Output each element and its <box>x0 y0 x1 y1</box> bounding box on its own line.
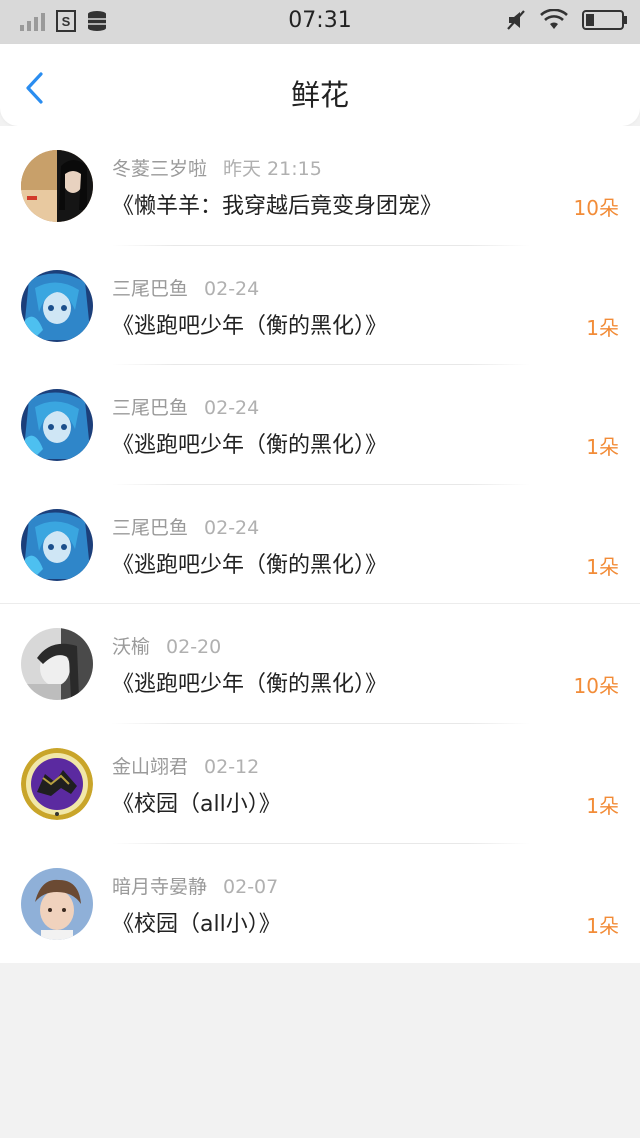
item-date: 02-07 <box>223 875 279 898</box>
item-meta: 三尾巴鱼 02-24 <box>112 513 259 540</box>
username: 三尾巴鱼 <box>112 397 189 420</box>
list-item[interactable]: 金山翊君 02-12 《校园（all小）》 1朵 <box>0 723 640 844</box>
book-title[interactable]: 《逃跑吧少年（衡的黑化）》 <box>112 427 387 459</box>
item-meta: 金山翊君 02-12 <box>112 752 259 779</box>
book-title[interactable]: 《逃跑吧少年（衡的黑化）》 <box>112 308 387 340</box>
battery-icon <box>582 10 627 30</box>
book-title[interactable]: 《逃跑吧少年（衡的黑化）》 <box>112 666 387 698</box>
book-title[interactable]: 《校园（all小）》 <box>112 906 281 938</box>
item-meta: 三尾巴鱼 02-24 <box>112 393 259 420</box>
username: 暗月寺晏静 <box>112 875 208 898</box>
navigation-bar: 鲜花 <box>0 44 640 126</box>
user-avatar[interactable] <box>21 508 93 581</box>
username: 金山翊君 <box>112 755 189 778</box>
item-date: 02-24 <box>204 277 260 300</box>
item-meta: 沃榆 02-20 <box>112 632 221 659</box>
page-title: 鲜花 <box>290 78 349 112</box>
anime-avatar <box>21 389 93 462</box>
user-avatar[interactable] <box>21 747 93 820</box>
item-meta: 冬菱三岁啦 昨天 21:15 <box>112 154 322 181</box>
flower-count: 10朵 <box>573 196 619 220</box>
username: 三尾巴鱼 <box>112 516 189 539</box>
anime-avatar <box>21 508 93 581</box>
list-item[interactable]: 三尾巴鱼 02-24 《逃跑吧少年（衡的黑化）》 1朵 <box>0 484 640 605</box>
book-title[interactable]: 《校园（all小）》 <box>112 786 281 818</box>
book-title[interactable]: 《逃跑吧少年（衡的黑化）》 <box>112 547 387 579</box>
user-avatar[interactable] <box>21 150 93 222</box>
status-bar: S 07:31 <box>0 0 640 44</box>
list-item[interactable]: 暗月寺晏静 02-07 《校园（all小）》 1朵 <box>0 843 640 964</box>
item-date: 昨天 21:15 <box>223 158 322 180</box>
flower-count: 10朵 <box>573 674 619 699</box>
status-right-icons <box>506 9 628 31</box>
user-avatar[interactable] <box>21 389 93 462</box>
username: 冬菱三岁啦 <box>112 158 208 180</box>
flower-count: 1朵 <box>586 435 619 460</box>
list-item[interactable]: 三尾巴鱼 02-24 《逃跑吧少年（衡的黑化）》 1朵 <box>0 365 640 485</box>
user-avatar[interactable] <box>21 269 93 342</box>
item-date: 02-12 <box>204 755 260 778</box>
flower-count: 1朵 <box>586 315 619 340</box>
flower-count: 1朵 <box>586 913 619 938</box>
username: 沃榆 <box>112 636 151 659</box>
grayscale-avatar <box>21 628 93 701</box>
item-date: 02-24 <box>204 397 260 420</box>
flower-count: 1朵 <box>586 793 619 818</box>
book-title[interactable]: 《懒羊羊：我穿越后竟变身团宠》 <box>112 188 442 220</box>
emblem-avatar <box>21 747 93 820</box>
list-item[interactable]: 冬菱三岁啦 昨天 21:15 《懒羊羊：我穿越后竟变身团宠》 10朵 <box>0 126 640 246</box>
item-meta: 三尾巴鱼 02-24 <box>112 274 259 301</box>
flower-record-list: 冬菱三岁啦 昨天 21:15 《懒羊羊：我穿越后竟变身团宠》 10朵 三尾巴鱼 02… <box>0 126 640 964</box>
item-date: 02-24 <box>204 516 260 539</box>
photo-avatar <box>21 150 93 222</box>
flower-count: 1朵 <box>586 554 619 579</box>
list-item[interactable]: 三尾巴鱼 02-24 《逃跑吧少年（衡的黑化）》 1朵 <box>0 245 640 366</box>
mute-icon <box>507 10 525 30</box>
wifi-icon <box>540 9 568 29</box>
item-meta: 暗月寺晏静 02-07 <box>112 872 278 899</box>
portrait-avatar <box>21 867 93 940</box>
username: 三尾巴鱼 <box>112 277 189 300</box>
item-date: 02-20 <box>166 636 222 659</box>
anime-avatar <box>21 269 93 342</box>
user-avatar[interactable] <box>21 628 93 701</box>
list-item[interactable]: 沃榆 02-20 《逃跑吧少年（衡的黑化）》 10朵 <box>0 604 640 724</box>
user-avatar[interactable] <box>21 867 93 940</box>
